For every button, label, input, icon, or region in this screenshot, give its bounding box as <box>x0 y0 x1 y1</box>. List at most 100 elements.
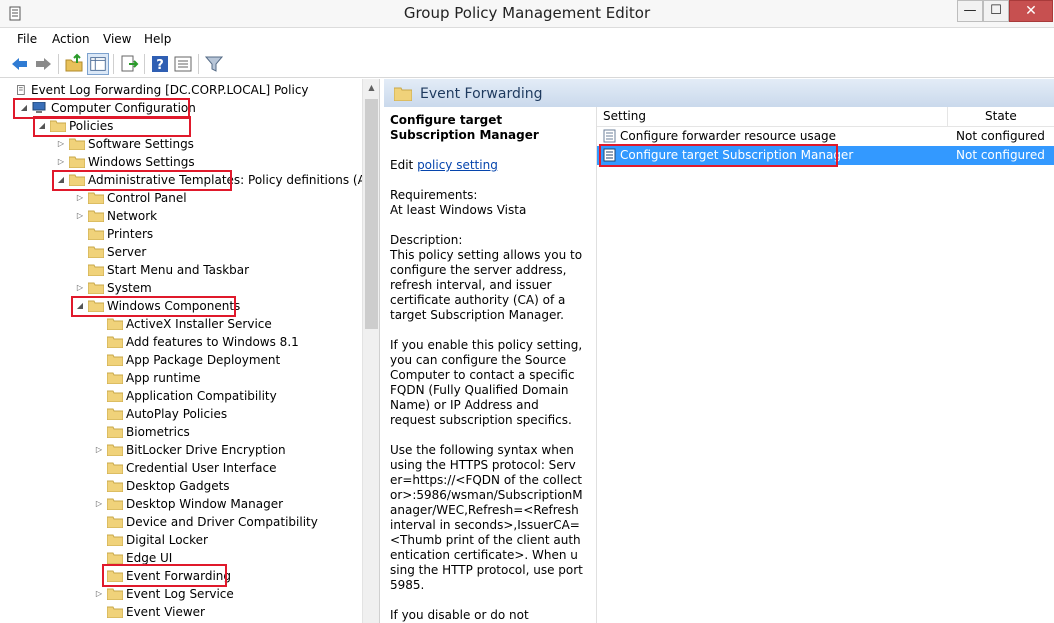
folder-icon <box>107 588 123 600</box>
column-header-state[interactable]: State <box>985 109 1017 123</box>
tree-item-desktop-window-manager[interactable]: ▷ Desktop Window Manager <box>93 495 283 513</box>
scroll-thumb[interactable] <box>365 99 378 329</box>
tree-item-digital-locker[interactable]: Digital Locker <box>93 531 208 549</box>
expanded-arrow-icon[interactable]: ◢ <box>74 297 86 315</box>
tree-item-app-package-deployment[interactable]: App Package Deployment <box>93 351 280 369</box>
folder-icon <box>69 138 85 150</box>
column-divider[interactable] <box>947 107 948 127</box>
tree-item-label: ActiveX Installer Service <box>126 317 272 331</box>
policy-setting-icon <box>603 129 616 143</box>
list-item[interactable]: Configure forwarder resource usage Not c… <box>597 127 1054 146</box>
tree-item-computer-configuration[interactable]: ◢ Computer Configuration <box>18 99 196 117</box>
tree-item-windows-components[interactable]: ◢ Windows Components <box>74 297 240 315</box>
tree-item-windows-settings[interactable]: ▷ Windows Settings <box>55 153 195 171</box>
folder-icon <box>107 390 123 402</box>
tree-item-desktop-gadgets[interactable]: Desktop Gadgets <box>93 477 230 495</box>
tree-item-device-driver-compat[interactable]: Device and Driver Compatibility <box>93 513 318 531</box>
folder-icon <box>107 570 123 582</box>
forward-arrow-icon[interactable] <box>32 53 54 75</box>
setting-title: Configure target Subscription Manager <box>390 113 539 142</box>
folder-icon <box>107 606 123 618</box>
up-folder-icon[interactable] <box>63 53 85 75</box>
requirements-label: Requirements: <box>390 188 478 202</box>
folder-icon <box>107 552 123 564</box>
tree-item-server[interactable]: Server <box>74 243 146 261</box>
tree-item-biometrics[interactable]: Biometrics <box>93 423 190 441</box>
description-paragraph: This policy setting allows you to config… <box>390 248 583 322</box>
tree-item-network[interactable]: ▷ Network <box>74 207 157 225</box>
expanded-arrow-icon[interactable]: ◢ <box>18 99 30 117</box>
filter-icon[interactable] <box>203 53 225 75</box>
tree-item-event-log-service[interactable]: ▷ Event Log Service <box>93 585 234 603</box>
tree-item-app-runtime[interactable]: App runtime <box>93 369 201 387</box>
tree-scrollbar[interactable]: ▲ <box>362 79 379 623</box>
tree-item-control-panel[interactable]: ▷ Control Panel <box>74 189 187 207</box>
help-icon[interactable]: ? <box>149 53 171 75</box>
folder-icon <box>107 480 123 492</box>
folder-icon <box>88 228 104 240</box>
tree-item-administrative-templates[interactable]: ◢ Administrative Templates: Policy defini… <box>55 171 379 189</box>
description-paragraph: Use the following syntax when using the … <box>390 443 583 592</box>
toolbar-separator <box>198 54 199 74</box>
toolbar: ? <box>0 50 1054 78</box>
collapsed-arrow-icon[interactable]: ▷ <box>74 189 86 207</box>
console-tree[interactable]: Event Log Forwarding [DC.CORP.LOCAL] Pol… <box>0 79 380 623</box>
tree-item-start-menu-taskbar[interactable]: Start Menu and Taskbar <box>74 261 249 279</box>
tree-item-label: Event Log Service <box>126 587 234 601</box>
description-block: Description: This policy setting allows … <box>390 233 583 323</box>
scroll-up-icon[interactable]: ▲ <box>363 79 380 96</box>
tree-item-label: Software Settings <box>88 137 194 151</box>
expanded-arrow-icon[interactable]: ◢ <box>36 117 48 135</box>
setting-name: Configure forwarder resource usage <box>620 129 837 143</box>
tree-item-application-compatibility[interactable]: Application Compatibility <box>93 387 277 405</box>
tree-item-software-settings[interactable]: ▷ Software Settings <box>55 135 194 153</box>
tree-item-add-features[interactable]: Add features to Windows 8.1 <box>93 333 299 351</box>
tree-item-printers[interactable]: Printers <box>74 225 153 243</box>
menu-file[interactable]: File <box>17 32 37 46</box>
expanded-arrow-icon[interactable]: ◢ <box>55 171 67 189</box>
back-arrow-icon[interactable] <box>9 53 31 75</box>
requirements-value: At least Windows Vista <box>390 203 527 217</box>
list-item-selected[interactable]: Configure target Subscription Manager No… <box>597 146 1054 165</box>
close-button[interactable]: ✕ <box>1009 0 1053 22</box>
collapsed-arrow-icon[interactable]: ▷ <box>55 153 67 171</box>
collapsed-arrow-icon[interactable]: ▷ <box>74 207 86 225</box>
tree-item-label: Start Menu and Taskbar <box>107 263 250 277</box>
export-list-icon[interactable] <box>118 53 140 75</box>
tree-item-event-viewer[interactable]: Event Viewer <box>93 603 205 621</box>
tree-item-label: AutoPlay Policies <box>126 407 228 421</box>
menu-help[interactable]: Help <box>144 32 171 46</box>
minimize-button[interactable]: — <box>957 0 983 22</box>
collapsed-arrow-icon[interactable]: ▷ <box>74 279 86 297</box>
tree-item-policies[interactable]: ◢ Policies <box>36 117 113 135</box>
menu-action[interactable]: Action <box>52 32 90 46</box>
tree-item-root-policy[interactable]: Event Log Forwarding [DC.CORP.LOCAL] Pol… <box>14 81 309 99</box>
tree-item-label: Biometrics <box>126 425 190 439</box>
extended-description: Configure target Subscription Manager Ed… <box>384 107 589 623</box>
policy-setting-link[interactable]: policy setting <box>417 158 498 172</box>
folder-icon <box>69 174 85 186</box>
menu-bar: File Action View Help <box>0 28 1054 50</box>
show-hide-console-tree-icon[interactable] <box>87 53 109 75</box>
tree-item-bitlocker[interactable]: ▷ BitLocker Drive Encryption <box>93 441 286 459</box>
folder-icon <box>107 336 123 348</box>
policy-document-icon <box>17 84 25 95</box>
collapsed-arrow-icon[interactable]: ▷ <box>55 135 67 153</box>
tree-item-label: Windows Settings <box>88 155 195 169</box>
folder-icon <box>50 120 66 132</box>
column-header-setting[interactable]: Setting <box>603 109 646 123</box>
tree-item-credential-ui[interactable]: Credential User Interface <box>93 459 276 477</box>
collapsed-arrow-icon[interactable]: ▷ <box>93 495 105 513</box>
maximize-button[interactable]: ☐ <box>983 0 1009 22</box>
collapsed-arrow-icon[interactable]: ▷ <box>93 441 105 459</box>
tree-item-event-forwarding[interactable]: Event Forwarding <box>93 567 231 585</box>
tree-item-autoplay-policies[interactable]: AutoPlay Policies <box>93 405 227 423</box>
tree-item-system[interactable]: ▷ System <box>74 279 152 297</box>
collapsed-arrow-icon[interactable]: ▷ <box>93 585 105 603</box>
menu-view[interactable]: View <box>103 32 131 46</box>
folder-icon <box>107 354 123 366</box>
tree-item-edge-ui[interactable]: Edge UI <box>93 549 172 567</box>
properties-icon[interactable] <box>172 53 194 75</box>
tree-item-label: Network <box>107 209 158 223</box>
tree-item-activex-installer[interactable]: ActiveX Installer Service <box>93 315 272 333</box>
